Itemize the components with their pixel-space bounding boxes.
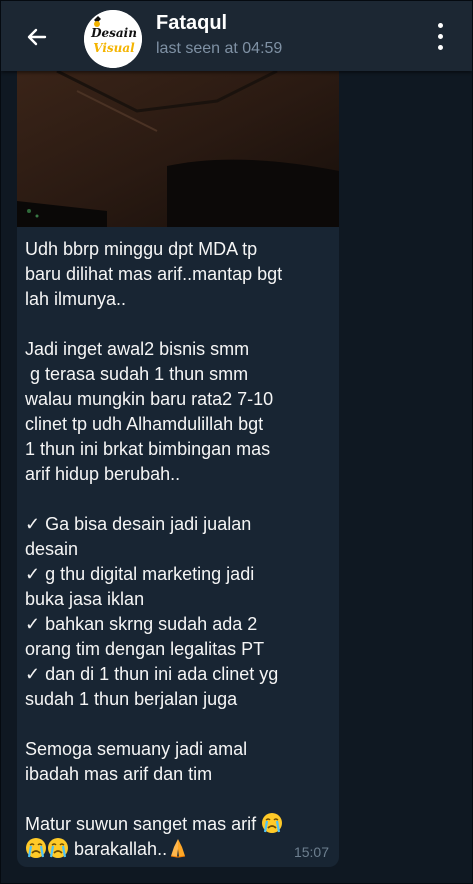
crying-face-emoji-icon (26, 838, 46, 858)
menu-dot (438, 23, 443, 28)
message-line: 1 thun ini brkat bimbingan mas (25, 439, 271, 459)
message-line: desain (25, 539, 79, 559)
message-line: ✓ bahkan skrng sudah ada 2 (25, 614, 258, 634)
crying-face-emoji-icon (48, 838, 68, 858)
message-line: Jadi inget awal2 bisnis smm (25, 339, 250, 359)
message-line: g terasa sudah 1 thun smm (25, 364, 249, 384)
more-options-button[interactable] (429, 19, 453, 55)
message-text: Udh bbrp minggu dpt MDA tp baru dilihat … (25, 237, 337, 862)
menu-dot (438, 45, 443, 50)
svg-text:Visual: Visual (93, 41, 135, 55)
chat-area[interactable]: Udh bbrp minggu dpt MDA tp baru dilihat … (1, 71, 472, 883)
telegram-chat-window: Desain Visual Fataqul last seen at 04:59 (0, 0, 473, 884)
message-line: walau mungkin baru rata2 7-10 (25, 389, 274, 409)
message-line: Matur suwun sanget mas arif (25, 814, 257, 834)
menu-dot (438, 34, 443, 39)
message-line (25, 787, 337, 812)
message-last-line-text: barakallah.. (74, 839, 168, 859)
message-last-line: barakallah.. (25, 837, 337, 862)
message-line: orang tim dengan legalitas PT (25, 639, 265, 659)
contact-avatar[interactable]: Desain Visual (84, 10, 142, 68)
desain-visual-logo: Desain Visual (84, 10, 142, 68)
message-line: baru dilihat mas arif..mantap bgt (25, 264, 283, 284)
message-bubble[interactable]: Udh bbrp minggu dpt MDA tp baru dilihat … (17, 71, 339, 867)
back-button[interactable] (15, 15, 59, 59)
message-line: ✓ g thu digital marketing jadi (25, 564, 255, 584)
message-line-with-emoji: Matur suwun sanget mas arif (25, 812, 337, 837)
message-line: lah ilmunya.. (25, 289, 127, 309)
message-line: ✓ dan di 1 thun ini ada clinet yg (25, 664, 279, 684)
message-line: clinet tp udh Alhamdulillah bgt (25, 414, 264, 434)
message-line: buka jasa iklan (25, 589, 145, 609)
message-line: Semoga semuany jadi amal (25, 739, 248, 759)
message-photo[interactable] (17, 71, 339, 227)
crying-face-emoji-icon (262, 813, 283, 833)
message-line: Udh bbrp minggu dpt MDA tp (25, 239, 258, 259)
message-line: ibadah mas arif dan tim (25, 764, 213, 784)
message-line: arif hidup berubah.. (25, 464, 181, 484)
message-line (25, 712, 337, 737)
desk-photo-image (17, 71, 339, 227)
svg-text:Desain: Desain (90, 26, 137, 40)
contact-name[interactable]: Fataqul (156, 12, 227, 35)
message-line: sudah 1 thun berjalan juga (25, 689, 238, 709)
message-line: ✓ Ga bisa desain jadi jualan (25, 514, 252, 534)
message-timestamp: 15:07 (293, 844, 329, 860)
back-arrow-icon (27, 28, 47, 46)
chat-header: Desain Visual Fataqul last seen at 04:59 (1, 1, 472, 71)
last-seen-status: last seen at 04:59 (156, 40, 283, 57)
folded-hands-emoji-icon (170, 839, 186, 858)
message-line (25, 312, 337, 337)
message-line (25, 487, 337, 512)
